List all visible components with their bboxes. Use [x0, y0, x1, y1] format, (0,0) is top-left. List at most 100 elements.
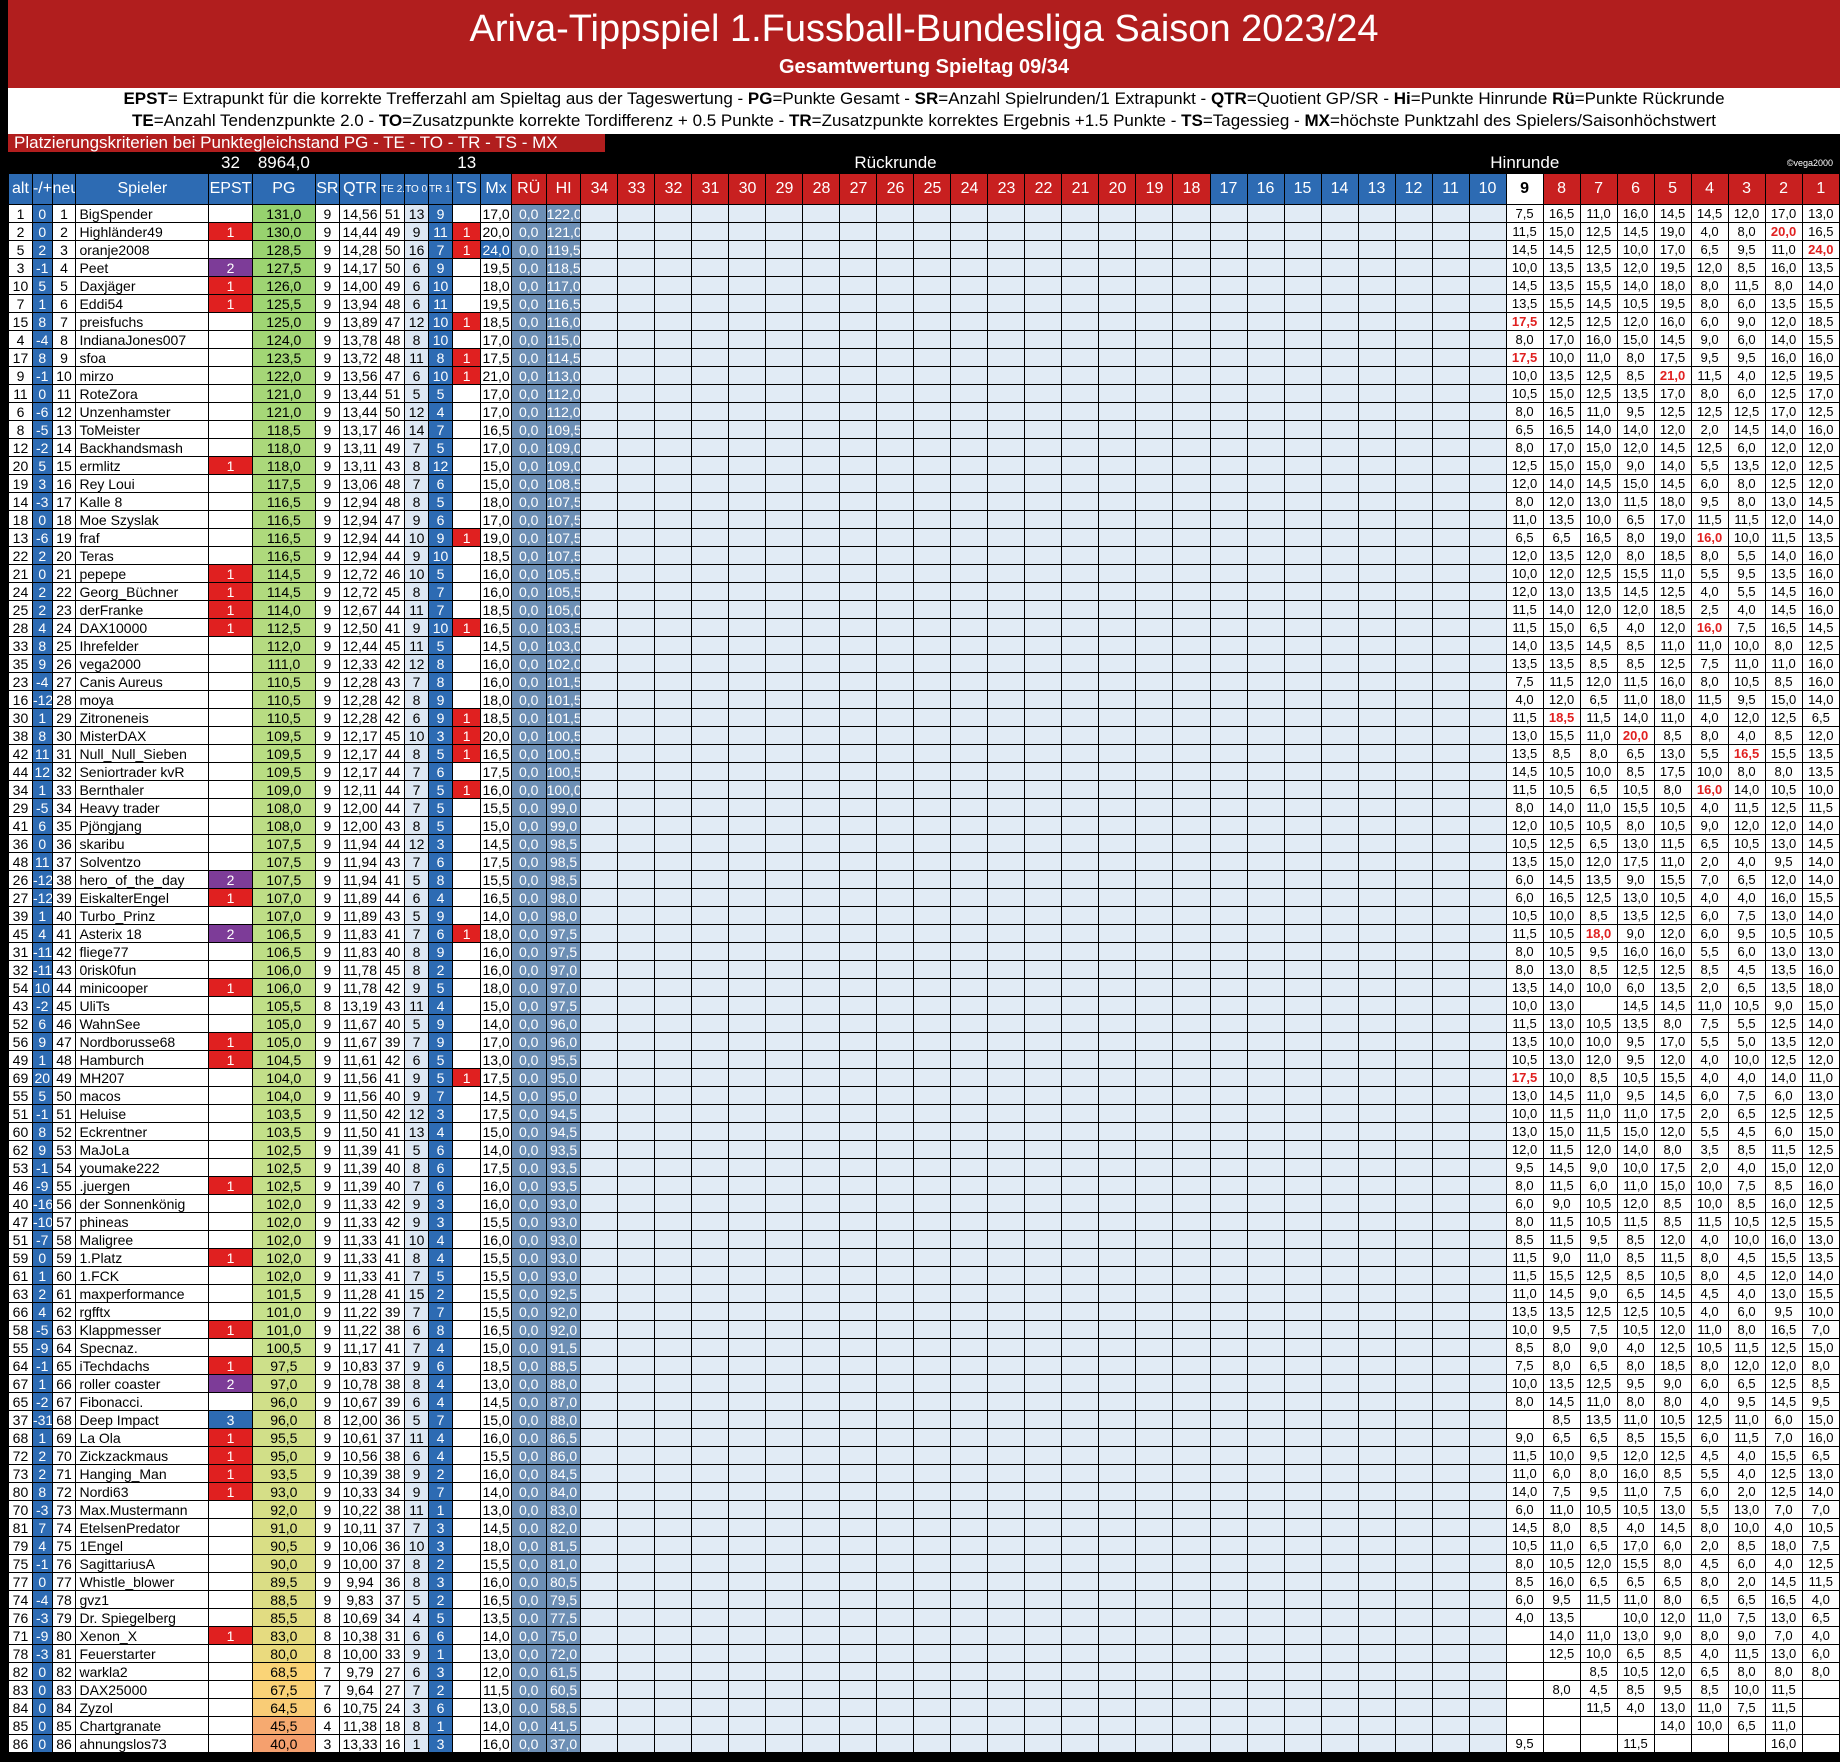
old-rank-cell: 58 [8, 1320, 33, 1339]
empty-day-cell [654, 456, 693, 475]
tr-cell: 7 [428, 240, 454, 259]
new-rank-cell: 84 [51, 1698, 77, 1717]
player-name-cell: Chartgranate [75, 1716, 210, 1735]
epst-cell: 1 [208, 888, 253, 907]
day-score-cell: 4,0 [1505, 1608, 1544, 1627]
empty-day-cell [802, 1554, 841, 1573]
old-rank-cell: 13 [8, 528, 33, 547]
empty-day-cell [1468, 438, 1507, 457]
empty-day-cell [802, 528, 841, 547]
pg-cell: 103,5 [251, 1104, 316, 1123]
day-score-cell: 8,0 [1764, 636, 1803, 655]
empty-day-cell [1394, 276, 1433, 295]
empty-day-cell [691, 726, 730, 745]
day-header-17: 17 [1209, 173, 1248, 205]
player-name-cell: Ihrefelder [75, 636, 210, 655]
empty-day-cell [1431, 546, 1470, 565]
empty-day-cell [876, 1608, 915, 1627]
table-row: 22 2 20 Teras 116,5 9 12,94 44 9 10 18,5 0,0 107,5 12… [8, 546, 1840, 565]
to-cell: 7 [404, 1518, 430, 1537]
te-cell: 42 [380, 1050, 406, 1069]
empty-day-cell [580, 1086, 619, 1105]
empty-day-cell [654, 996, 693, 1015]
rank-change-cell: -1 [31, 366, 53, 385]
to-cell: 5 [404, 870, 430, 889]
empty-day-cell [839, 1698, 878, 1717]
empty-day-cell [1283, 960, 1322, 979]
mx-cell: 18,5 [480, 708, 512, 727]
empty-day-cell [1357, 1050, 1396, 1069]
empty-day-cell [1431, 1302, 1470, 1321]
ru-cell: 0,0 [510, 960, 547, 979]
empty-day-cell [1283, 726, 1322, 745]
empty-day-cell [839, 1212, 878, 1231]
empty-day-cell [1061, 420, 1100, 439]
empty-day-cell [617, 978, 656, 997]
empty-day-cell [691, 294, 730, 313]
day-header-30: 30 [728, 173, 767, 205]
empty-day-cell [617, 1590, 656, 1609]
rank-change-cell: 1 [31, 1374, 53, 1393]
empty-day-cell [1283, 762, 1322, 781]
sr-cell: 9 [314, 1068, 340, 1087]
empty-day-cell [1061, 798, 1100, 817]
empty-day-cell [728, 1338, 767, 1357]
empty-day-cell [913, 996, 952, 1015]
new-rank-cell: 60 [51, 1266, 77, 1285]
sr-cell: 8 [314, 1644, 340, 1663]
day-score-cell: 8,0 [1653, 1590, 1692, 1609]
ru-cell: 0,0 [510, 726, 547, 745]
day-score-cell: 10,5 [1542, 924, 1581, 943]
day-score-cell: 6,5 [1579, 780, 1618, 799]
pg-cell: 107,5 [251, 870, 316, 889]
empty-day-cell [839, 546, 878, 565]
new-rank-cell: 12 [51, 402, 77, 421]
day-score-cell: 7,0 [1764, 1428, 1803, 1447]
to-cell: 8 [404, 1716, 430, 1735]
day-score-cell: 14,5 [1653, 438, 1692, 457]
day-score-cell: 16,0 [1764, 1194, 1803, 1213]
empty-day-cell [1209, 294, 1248, 313]
old-rank-cell: 69 [8, 1068, 33, 1087]
empty-day-cell [654, 1212, 693, 1231]
empty-day-cell [765, 1716, 804, 1735]
empty-day-cell [617, 222, 656, 241]
empty-day-cell [1431, 420, 1470, 439]
day-header-19: 19 [1135, 173, 1174, 205]
to-cell: 11 [404, 600, 430, 619]
epst-cell: 1 [208, 1032, 253, 1051]
empty-day-cell [1246, 1662, 1285, 1681]
empty-day-cell [839, 294, 878, 313]
day-score-cell: 11,5 [1653, 1248, 1692, 1267]
old-rank-cell: 18 [8, 510, 33, 529]
ru-cell: 0,0 [510, 1374, 547, 1393]
empty-day-cell [691, 1248, 730, 1267]
empty-day-cell [580, 1536, 619, 1555]
day-score-cell: 12,0 [1542, 492, 1581, 511]
empty-day-cell [580, 276, 619, 295]
empty-day-cell [876, 1212, 915, 1231]
empty-day-cell [1394, 1500, 1433, 1519]
mx-cell: 15,5 [480, 1266, 512, 1285]
old-rank-cell: 59 [8, 1248, 33, 1267]
day-score-cell: 8,5 [1764, 672, 1803, 691]
empty-day-cell [1061, 708, 1100, 727]
player-name-cell: maxperformance [75, 1284, 210, 1303]
empty-day-cell [1394, 1104, 1433, 1123]
day-score-cell: 12,5 [1764, 1050, 1803, 1069]
empty-day-cell [1357, 402, 1396, 421]
legend-desc: =höchste Punktzahl des Spielers/Saisonhö… [1329, 111, 1716, 130]
empty-day-cell [876, 744, 915, 763]
empty-day-cell [691, 942, 730, 961]
empty-day-cell [654, 690, 693, 709]
empty-day-cell [1135, 1410, 1174, 1429]
empty-day-cell [765, 744, 804, 763]
empty-day-cell [987, 1644, 1026, 1663]
empty-day-cell [1468, 366, 1507, 385]
empty-day-cell [654, 672, 693, 691]
epst-cell [208, 384, 253, 403]
empty-day-cell [802, 726, 841, 745]
day-score-cell: 13,5 [1542, 1302, 1581, 1321]
day-score-cell: 12,5 [1690, 438, 1729, 457]
empty-day-cell [1172, 942, 1211, 961]
